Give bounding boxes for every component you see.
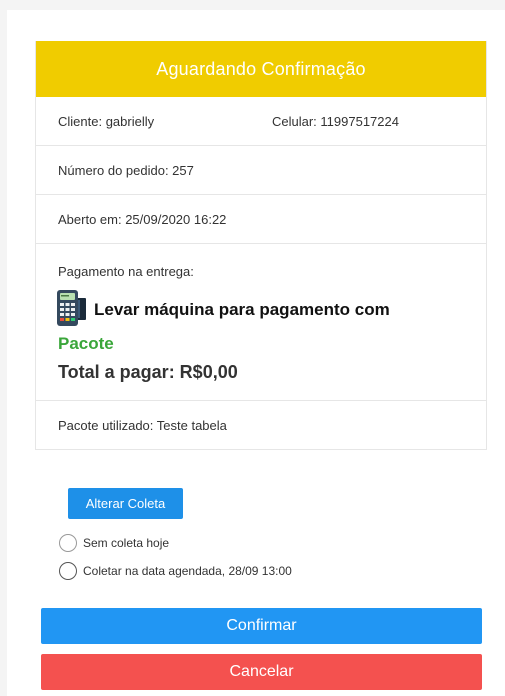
client-phone: Celular: 11997517224 [272, 113, 399, 129]
page: Aguardando Confirmação Cliente: gabriell… [7, 10, 505, 696]
order-card: Aguardando Confirmação Cliente: gabriell… [35, 41, 487, 450]
client-name: Cliente: gabrielly [58, 113, 155, 129]
radio-scheduled-pickup[interactable] [59, 562, 77, 580]
order-number-row: Número do pedido: 257 [36, 145, 486, 194]
radio-no-pickup[interactable] [59, 534, 77, 552]
payment-row: Pagamento na entrega: Levar máquina para… [36, 243, 486, 400]
option-no-pickup-label: Sem coleta hoje [83, 536, 170, 550]
cancel-label: Cancelar [229, 663, 294, 680]
payment-label: Pagamento na entrega: [58, 264, 194, 279]
option-no-pickup[interactable]: Sem coleta hoje [59, 534, 169, 552]
option-scheduled-pickup[interactable]: Coletar na data agendada, 28/09 13:00 [59, 562, 292, 580]
confirm-label: Confirmar [226, 617, 297, 634]
confirm-button[interactable]: Confirmar [41, 608, 482, 644]
status-title: Aguardando Confirmação [156, 58, 366, 79]
payment-method-text: Levar máquina para pagamento com [94, 299, 390, 319]
total-to-pay: Total a pagar: R$0,00 [58, 362, 238, 382]
payment-method: Levar máquina para pagamento com [56, 288, 390, 331]
client-row: Cliente: gabrielly Celular: 11997517224 [36, 97, 486, 145]
card-machine-icon [56, 288, 88, 331]
package-used: Pacote utilizado: Teste tabela [58, 417, 227, 433]
order-number: Número do pedido: 257 [58, 162, 194, 178]
package-used-row: Pacote utilizado: Teste tabela [36, 400, 486, 449]
opened-row: Aberto em: 25/09/2020 16:22 [36, 194, 486, 243]
change-pickup-label: Alterar Coleta [85, 496, 166, 511]
status-header: Aguardando Confirmação [36, 41, 486, 97]
option-scheduled-pickup-label: Coletar na data agendada, 28/09 13:00 [83, 564, 292, 578]
payment-package: Pacote [58, 334, 114, 353]
opened-at: Aberto em: 25/09/2020 16:22 [58, 211, 227, 227]
change-pickup-button[interactable]: Alterar Coleta [68, 488, 183, 519]
cancel-button[interactable]: Cancelar [41, 654, 482, 690]
